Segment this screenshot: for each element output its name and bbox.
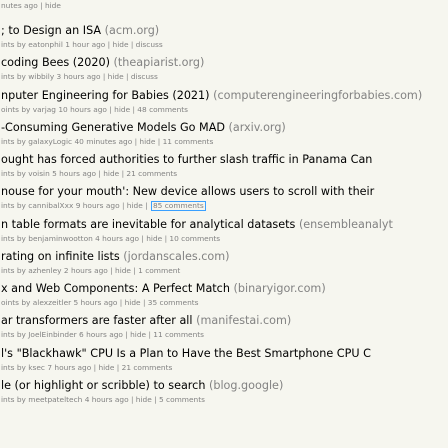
story-title-link[interactable]: nputer Engineering for Babies (2021)	[1, 89, 210, 102]
story-subtext: ints by azhenley 2 hours ago | hide | 1 …	[0, 265, 448, 276]
story-subtext: ints by benjaminwootton 4 hours ago | hi…	[0, 233, 448, 244]
story-subtext: ints by JoelEinbinder 6 hours ago | hide…	[0, 329, 448, 340]
story-title-link[interactable]: ar transformers are faster after all	[1, 314, 193, 327]
story-title-line: n table formats are inevitable for analy…	[0, 217, 448, 233]
story-title-line: ar transformers are faster after all (ma…	[0, 313, 448, 329]
story-title-line: l's "Blackhawk" CPU Is a Plan to Have th…	[0, 346, 448, 362]
story-subtext: ints by ksec 7 hours ago | hide | 21 com…	[0, 362, 448, 373]
story-row: coding Bees (2020) (theapiarist.org) ints…	[0, 55, 448, 87]
story-title-link[interactable]: n table formats are inevitable for analy…	[1, 218, 295, 231]
story-subtext: nutes ago | hide	[0, 0, 448, 11]
subtext-text[interactable]: oints by alexzeitler 5 hours ago | hide …	[1, 298, 199, 307]
story-row: le (or highlight or scribble) to search …	[0, 378, 448, 410]
story-domain[interactable]: (jordanscales.com)	[123, 250, 229, 263]
story-title-line: ; to Design an ISA (acm.org)	[0, 23, 448, 39]
comments-link-highlighted[interactable]: 85 comments	[150, 201, 206, 212]
story-title-link[interactable]: ; to Design an ISA	[1, 24, 101, 37]
story-domain[interactable]: (theapiarist.org)	[114, 56, 205, 69]
story-domain[interactable]: (acm.org)	[105, 24, 160, 37]
story-title-link[interactable]: le (or highlight or scribble) to search	[1, 379, 205, 392]
story-title-line: nouse for your mouth': New device allows…	[0, 184, 448, 200]
story-subtext: ints by eatonphil 1 hour ago | hide | di…	[0, 39, 448, 50]
story-title-line: rating on infinite lists (jordanscales.c…	[0, 249, 448, 265]
story-title-link[interactable]: rating on infinite lists	[1, 250, 120, 263]
story-title-line: -Consuming Generative Models Go MAD (arx…	[0, 120, 448, 136]
story-list: nutes ago | hide ; to Design an ISA (acm.…	[0, 0, 448, 448]
story-row: nouse for your mouth': New device allows…	[0, 184, 448, 216]
story-title-link[interactable]: ought has forced authorities to further …	[1, 153, 372, 166]
subtext-text[interactable]: ints by eatonphil 1 hour ago | hide | di…	[1, 40, 163, 49]
story-domain[interactable]: (manifestai.com)	[196, 314, 291, 327]
story-row: -Consuming Generative Models Go MAD (arx…	[0, 120, 448, 152]
story-row: ar transformers are faster after all (ma…	[0, 313, 448, 345]
subtext-text[interactable]: ints by azhenley 2 hours ago | hide | 1 …	[1, 266, 180, 275]
story-domain[interactable]: (binaryigor.com)	[234, 282, 326, 295]
subtext-text[interactable]: ints by wibbily 3 hours ago | hide | dis…	[1, 72, 158, 81]
subtext-text[interactable]: ints by voisin 5 hours ago | hide | 21 c…	[1, 169, 177, 178]
subtext-text[interactable]: ints by JoelEinbinder 6 hours ago | hide…	[1, 330, 204, 339]
story-subtext: ints by meetpateltech 4 hours ago | hide…	[0, 394, 448, 405]
story-subtext: oints by varjag 10 hours ago | hide | 48…	[0, 104, 448, 115]
story-title-line: coding Bees (2020) (theapiarist.org)	[0, 55, 448, 71]
story-subtext: ints by cannibalXxx 9 hours ago | hide |…	[0, 200, 448, 212]
story-title-link[interactable]: x and Web Components: A Perfect Match	[1, 282, 230, 295]
story-domain[interactable]: (ensembleanalyt	[299, 218, 393, 231]
story-title-link[interactable]: nouse for your mouth': New device allows…	[1, 185, 374, 198]
story-row: ought has forced authorities to further …	[0, 152, 448, 184]
story-title-line: nputer Engineering for Babies (2021) (co…	[0, 88, 448, 104]
story-row: l's "Blackhawk" CPU Is a Plan to Have th…	[0, 346, 448, 378]
story-subtext: ints by voisin 5 hours ago | hide | 21 c…	[0, 168, 448, 179]
subtext-text[interactable]: oints by varjag 10 hours ago | hide | 48…	[1, 105, 188, 114]
story-title-line: le (or highlight or scribble) to search …	[0, 378, 448, 394]
subtext-text[interactable]: ints by benjaminwootton 4 hours ago | hi…	[1, 234, 220, 243]
story-subtext: ints by galaxyLogic 40 minutes ago | hid…	[0, 136, 448, 147]
story-title-link[interactable]: coding Bees (2020)	[1, 56, 110, 69]
story-title-link[interactable]: l's "Blackhawk" CPU Is a Plan to Have th…	[1, 347, 371, 360]
subtext-text[interactable]: ints by ksec 7 hours ago | hide | 21 com…	[1, 363, 172, 372]
story-subtext: ints by wibbily 3 hours ago | hide | dis…	[0, 71, 448, 82]
story-row: n table formats are inevitable for analy…	[0, 217, 448, 249]
subtext-text[interactable]: ints by galaxyLogic 40 minutes ago | hid…	[1, 137, 213, 146]
story-domain[interactable]: (arxiv.org)	[229, 121, 286, 134]
subtext-text[interactable]: ints by cannibalXxx 9 hours ago | hide |	[1, 201, 150, 210]
subtext-text[interactable]: ints by meetpateltech 4 hours ago | hide…	[1, 395, 205, 404]
story-row: ; to Design an ISA (acm.org) ints by eato…	[0, 23, 448, 55]
story-row: rating on infinite lists (jordanscales.c…	[0, 249, 448, 281]
story-domain[interactable]: (computerengineeringforbabies.com)	[213, 89, 422, 102]
story-title-line: x and Web Components: A Perfect Match (b…	[0, 281, 448, 297]
story-row: x and Web Components: A Perfect Match (b…	[0, 281, 448, 313]
story-title-link[interactable]: -Consuming Generative Models Go MAD	[1, 121, 225, 134]
story-title-line: ought has forced authorities to further …	[0, 152, 448, 168]
story-row: nutes ago | hide	[0, 0, 448, 23]
story-domain[interactable]: (blog.google)	[209, 379, 283, 392]
story-subtext: oints by alexzeitler 5 hours ago | hide …	[0, 297, 448, 308]
story-row: nputer Engineering for Babies (2021) (co…	[0, 88, 448, 120]
subtext-text[interactable]: nutes ago | hide	[1, 1, 61, 10]
